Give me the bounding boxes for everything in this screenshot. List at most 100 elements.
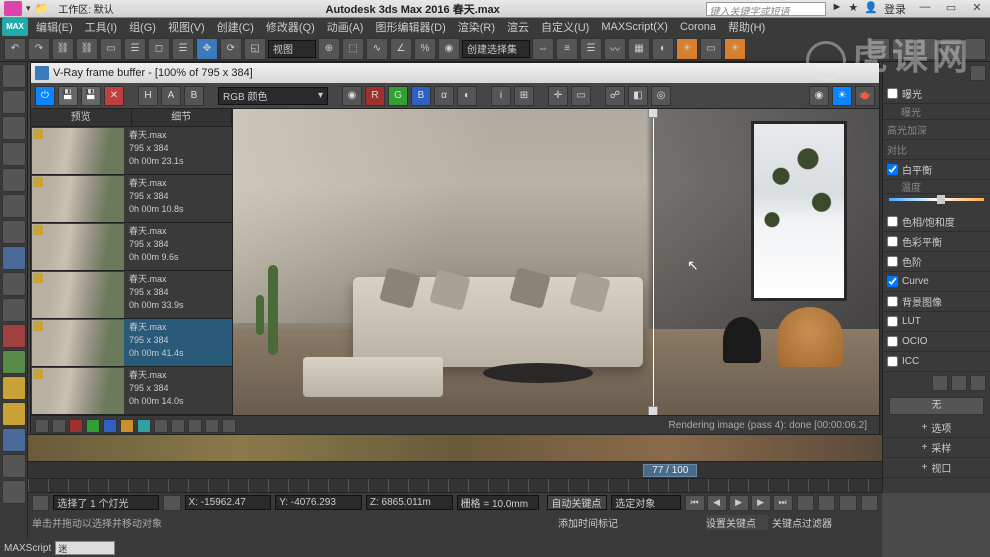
cc-highlight-burn[interactable]: 高光加深	[883, 120, 990, 140]
cc-curve[interactable]: Curve	[883, 272, 990, 292]
vfb-saveall-button[interactable]: 💾	[81, 86, 101, 106]
ref-coord-dropdown[interactable]: 视图	[268, 40, 316, 58]
prev-frame-button[interactable]: ◀	[707, 495, 727, 511]
compare-handle-top[interactable]	[648, 109, 658, 118]
maxscript-input[interactable]: 迷	[55, 541, 115, 555]
sb-g[interactable]	[86, 419, 100, 433]
history-item[interactable]: 春天.max795 x 3840h 00m 10.8s	[31, 175, 232, 223]
menu-view[interactable]: 视图(V)	[162, 17, 211, 37]
cc-wb-check[interactable]	[887, 164, 898, 175]
redo-button[interactable]: ↷	[28, 38, 50, 60]
add-time-tag[interactable]: 添加时间标记	[558, 515, 638, 530]
undo-button[interactable]: ↶	[4, 38, 26, 60]
goto-start-button[interactable]: ⏮	[685, 495, 705, 511]
cc-white-balance[interactable]: 白平衡	[883, 160, 990, 180]
vfb-history-button[interactable]: H	[138, 86, 158, 106]
sb-pause[interactable]	[222, 419, 236, 433]
sb-10[interactable]	[188, 419, 202, 433]
history-item[interactable]: 春天.max795 x 3840h 00m 14.0s	[31, 367, 232, 415]
spinner-snap-button[interactable]: ◉	[438, 38, 460, 60]
rotate-button[interactable]: ⟳	[220, 38, 242, 60]
frame-indicator[interactable]: 77 / 100	[643, 464, 697, 477]
cc-contrast[interactable]: 对比	[883, 140, 990, 160]
mirror-button[interactable]: ⇔	[532, 38, 554, 60]
manip-button[interactable]: ⬚	[342, 38, 364, 60]
history-tab-detail[interactable]: 细节	[132, 109, 233, 126]
play-button[interactable]: ▶	[729, 495, 749, 511]
vfb-info-button[interactable]: i	[491, 86, 511, 106]
menu-group[interactable]: 组(G)	[123, 17, 162, 37]
viewnav-2[interactable]	[818, 495, 835, 511]
render-setup-button[interactable]: ☀	[676, 38, 698, 60]
sb-9[interactable]	[171, 419, 185, 433]
close-button[interactable]: ✕	[964, 1, 990, 17]
cc-temperature-slider[interactable]	[883, 194, 990, 212]
lt-sun-icon[interactable]	[2, 376, 26, 400]
lt-tool6[interactable]	[2, 194, 26, 218]
vfb-channel-dropdown[interactable]: RGB 颜色▾	[218, 87, 328, 105]
cc-reset-icon[interactable]	[970, 375, 986, 391]
curve-editor-button[interactable]: 〰	[604, 38, 626, 60]
lt-light-icon[interactable]	[2, 350, 26, 374]
vfb-lens-button[interactable]: ◉	[809, 86, 829, 106]
cc-ocio[interactable]: OCIO	[883, 332, 990, 352]
max-logo-icon[interactable]: MAX	[2, 18, 28, 36]
menu-tools[interactable]: 工具(I)	[79, 17, 123, 37]
menu-create[interactable]: 创建(C)	[211, 17, 260, 37]
filter-button[interactable]: ☰	[172, 38, 194, 60]
cc-levels[interactable]: 色阶	[883, 252, 990, 272]
render-frame-button[interactable]: ▭	[700, 38, 722, 60]
sb-c[interactable]	[137, 419, 151, 433]
vfb-mono-button[interactable]: ◐	[457, 86, 477, 106]
menu-edit[interactable]: 编辑(E)	[30, 17, 79, 37]
layer-button[interactable]: ☰	[580, 38, 602, 60]
menu-modifiers[interactable]: 修改器(Q)	[260, 17, 321, 37]
tool-e[interactable]	[964, 38, 986, 60]
menu-xuanyun[interactable]: 渲云	[501, 17, 535, 37]
cc-lut[interactable]: LUT	[883, 312, 990, 332]
menu-corona[interactable]: Corona	[674, 19, 722, 35]
vfb-blue-button[interactable]: B	[411, 86, 431, 106]
autokey-button[interactable]: 自动关键点	[547, 495, 607, 510]
sb-b[interactable]	[103, 419, 117, 433]
menu-render[interactable]: 渲染(R)	[452, 17, 501, 37]
frame-slider[interactable]: 77 / 100	[28, 462, 882, 478]
workspace-label[interactable]: 工作区: 默认	[52, 1, 120, 16]
opt-sampling[interactable]: +采样	[883, 438, 990, 458]
vfb-region-button[interactable]: ▭	[571, 86, 591, 106]
vfb-red-button[interactable]: R	[365, 86, 385, 106]
cc-save-icon[interactable]	[932, 375, 948, 391]
material-button[interactable]: ◐	[652, 38, 674, 60]
lt-tool5[interactable]	[2, 168, 26, 192]
login-link[interactable]: 登录	[884, 1, 906, 17]
select-name-button[interactable]: ☰	[124, 38, 146, 60]
setkey-button[interactable]: 设置关键点	[706, 515, 768, 530]
history-item[interactable]: 春天.max795 x 3840h 00m 9.6s	[31, 223, 232, 271]
unlink-button[interactable]: ⛓	[76, 38, 98, 60]
move-button[interactable]: ✥	[196, 38, 218, 60]
next-frame-button[interactable]: ▶	[751, 495, 771, 511]
lt-tool8[interactable]	[2, 246, 26, 270]
menu-grapheditor[interactable]: 图形编辑器(D)	[369, 17, 451, 37]
cc-exposure-check[interactable]	[887, 88, 898, 99]
angle-snap-button[interactable]: ∠	[390, 38, 412, 60]
sb-y[interactable]	[120, 419, 134, 433]
lt-container-icon[interactable]	[2, 90, 26, 114]
cc-curve-check[interactable]	[887, 276, 898, 287]
history-item[interactable]: 春天.max795 x 3840h 00m 33.9s	[31, 271, 232, 319]
menu-animation[interactable]: 动画(A)	[321, 17, 370, 37]
cc-expand-icon[interactable]	[970, 65, 986, 81]
lt-tool3[interactable]	[2, 116, 26, 140]
viewnav-1[interactable]	[797, 495, 814, 511]
vfb-compare-a-button[interactable]: A	[161, 86, 181, 106]
cc-lut-check[interactable]	[887, 316, 898, 327]
compare-divider[interactable]	[653, 109, 654, 415]
goto-end-button[interactable]: ⏭	[773, 495, 793, 511]
cc-icc-check[interactable]	[887, 356, 898, 367]
vfb-vr-button[interactable]: ◎	[651, 86, 671, 106]
lock-sel-icon[interactable]	[163, 495, 180, 511]
compare-handle-bottom[interactable]	[648, 406, 658, 415]
opt-options[interactable]: +选项	[883, 418, 990, 438]
render-button[interactable]: ☀	[724, 38, 746, 60]
tool-b[interactable]	[892, 38, 914, 60]
